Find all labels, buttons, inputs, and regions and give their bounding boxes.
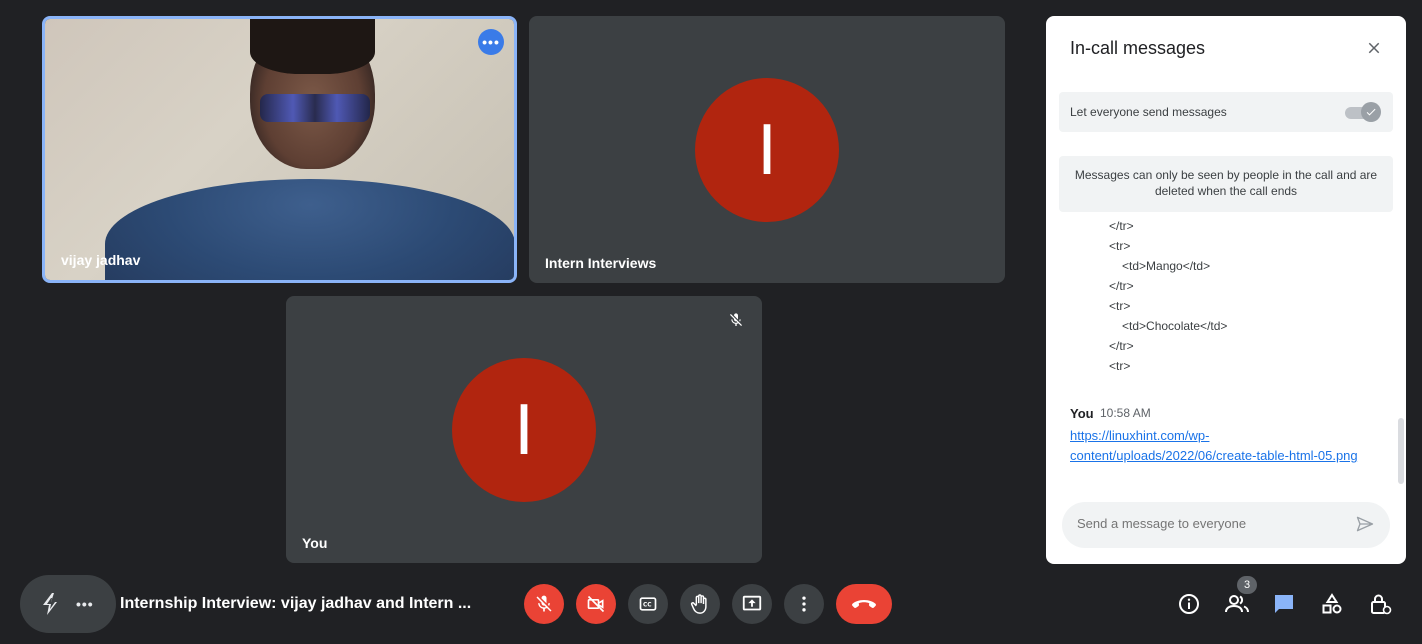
activities-icon <box>1322 593 1342 614</box>
participant-tile-vijay[interactable]: ••• vijay jadhav <box>42 16 517 283</box>
message-text-line: <tr> <box>1109 359 1131 373</box>
meeting-title: Internship Interview: vijay jadhav and I… <box>120 595 472 612</box>
message-link-line[interactable]: https://linuxhint.com/wp- <box>1070 428 1209 443</box>
camera-toggle-button[interactable] <box>576 584 616 624</box>
captions-icon: CC <box>639 597 657 611</box>
people-button[interactable] <box>1223 590 1251 618</box>
camera-off-icon <box>587 595 605 613</box>
in-call-messages-panel: In-call messages Let everyone send messa… <box>1046 16 1406 564</box>
more-vert-icon <box>802 596 806 612</box>
participant-name: Intern Interviews <box>545 255 657 271</box>
setting-label: Let everyone send messages <box>1070 105 1227 119</box>
tile-options-button[interactable]: ••• <box>478 29 504 55</box>
message-timestamp: 10:58 AM <box>1100 406 1151 420</box>
host-controls-button[interactable] <box>1366 590 1394 618</box>
chat-button[interactable] <box>1270 590 1298 618</box>
avatar: I <box>452 358 596 502</box>
message-text-line: </tr> <box>1109 279 1134 293</box>
send-icon <box>1356 516 1374 532</box>
participant-video <box>45 19 514 280</box>
info-icon <box>1179 594 1199 614</box>
activity-pill[interactable]: ••• <box>20 575 116 633</box>
message-composer <box>1062 502 1390 548</box>
message-text-line: </tr> <box>1109 339 1134 353</box>
captions-button[interactable]: CC <box>628 584 668 624</box>
close-icon <box>1368 42 1380 54</box>
host-controls-icon <box>1371 594 1392 615</box>
participant-name: vijay jadhav <box>61 252 141 268</box>
message-text-line: </tr> <box>1109 219 1134 233</box>
people-count-badge: 3 <box>1237 576 1257 594</box>
message-text-line: <td>Chocolate</td> <box>1122 319 1228 333</box>
mic-off-icon <box>536 595 552 612</box>
message-link[interactable]: https://linuxhint.com/wp- content/upload… <box>1070 426 1380 466</box>
activity-icon <box>43 593 57 615</box>
raise-hand-button[interactable] <box>680 584 720 624</box>
message-text-line: <tr> <box>1109 299 1131 313</box>
message-text-line: <td>Mango</td> <box>1122 259 1211 273</box>
message-text-line: <tr> <box>1109 239 1131 253</box>
chat-icon <box>1275 595 1293 613</box>
leave-call-button[interactable] <box>836 584 892 624</box>
message-sender: You <box>1070 406 1094 421</box>
panel-title: In-call messages <box>1070 38 1206 58</box>
send-message-button[interactable] <box>1354 514 1378 536</box>
mic-off-icon <box>724 308 748 332</box>
meeting-details-button[interactable] <box>1175 590 1203 618</box>
chat-info-notice: Messages can only be seen by people in t… <box>1059 156 1393 212</box>
check-icon <box>1366 108 1376 116</box>
message-scrollbar[interactable] <box>1398 418 1404 484</box>
message-link-line[interactable]: content/uploads/2022/06/create-table-htm… <box>1070 448 1358 463</box>
people-icon <box>1225 595 1249 613</box>
participant-name: You <box>302 535 328 551</box>
message-list: </tr> <tr> <td>Mango</td> </tr> <tr> <td… <box>1046 216 1396 496</box>
svg-text:CC: CC <box>643 603 652 609</box>
message-input[interactable] <box>1077 516 1337 531</box>
raise-hand-icon <box>690 594 707 614</box>
present-screen-button[interactable] <box>732 584 772 624</box>
send-messages-toggle[interactable] <box>1345 102 1381 122</box>
participant-tile-intern-interviews[interactable]: I Intern Interviews <box>529 16 1005 283</box>
close-panel-button[interactable] <box>1360 34 1388 62</box>
send-messages-setting: Let everyone send messages <box>1059 92 1393 132</box>
activities-button[interactable] <box>1318 590 1346 618</box>
present-screen-icon <box>742 595 762 611</box>
activity-more-button[interactable]: ••• <box>76 596 94 612</box>
avatar: I <box>695 78 839 222</box>
microphone-toggle-button[interactable] <box>524 584 564 624</box>
call-end-icon <box>852 600 876 608</box>
more-options-button[interactable] <box>784 584 824 624</box>
participant-tile-you[interactable]: I You <box>286 296 762 563</box>
